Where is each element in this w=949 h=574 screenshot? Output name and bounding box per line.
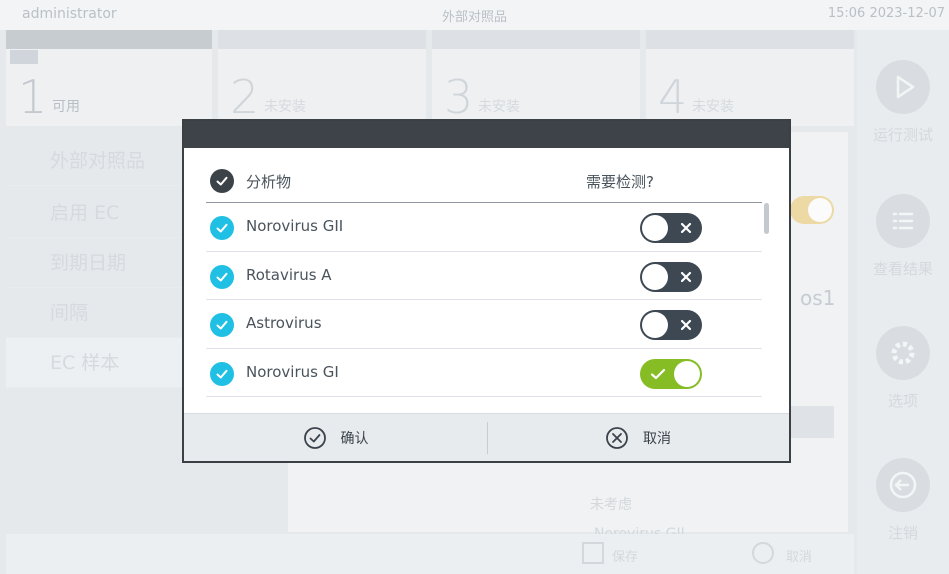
tab-module-1[interactable]: 1 可用 (6, 30, 212, 126)
nav-logout[interactable]: 注销 (857, 458, 949, 543)
module-status: 未安装 (478, 99, 520, 115)
module-tabs: 1 可用 2 未安装 3 未安装 4 未安装 (6, 30, 854, 126)
list-icon (876, 194, 930, 248)
required-toggle[interactable] (640, 310, 702, 340)
analyte-name: Rotavirus A (246, 265, 332, 284)
cancel-icon (752, 542, 774, 564)
analyte-name: Astrovirus (246, 314, 322, 332)
logout-icon (876, 458, 930, 512)
analyte-row: Rotavirus A (206, 252, 762, 300)
background-toggle[interactable] (790, 196, 834, 224)
check-icon[interactable] (210, 313, 234, 337)
nav-run-test[interactable]: 运行测试 (857, 60, 949, 145)
x-icon (680, 271, 692, 282)
nav-label: 运行测试 (872, 126, 933, 144)
nav-options[interactable]: 选项 (857, 326, 949, 411)
analyte-row: Norovirus GI (206, 349, 762, 397)
nav-label: 选项 (887, 392, 918, 410)
required-toggle[interactable] (640, 358, 702, 389)
tab-module-3[interactable]: 3 未安装 (432, 30, 640, 126)
tab-module-4[interactable]: 4 未安装 (646, 30, 854, 126)
module-status: 可用 (52, 99, 80, 115)
cancel-icon (606, 427, 628, 449)
module-status: 未安装 (264, 99, 306, 115)
analyte-name: Norovirus GI (246, 362, 339, 381)
check-icon[interactable] (210, 361, 234, 386)
select-all-check-icon[interactable] (210, 169, 234, 193)
confirm-button[interactable]: 确认 (184, 414, 487, 462)
nav-label: 注销 (887, 524, 918, 542)
confirm-icon (303, 427, 326, 449)
cancel-label: 取消 (643, 431, 671, 447)
save-button[interactable]: 保存 (612, 546, 638, 565)
side-nav: 运行测试 查看结果 选项 注销 (857, 30, 949, 574)
save-icon (582, 542, 604, 564)
column-analyte: 分析物 (246, 173, 292, 191)
gear-icon (876, 326, 930, 380)
dialog-column-header: 分析物 需要检测? (206, 155, 762, 203)
x-icon (680, 222, 692, 234)
screen-title: 外部对照品 (441, 10, 507, 25)
analyte-list[interactable]: Norovirus GII Rotavirus A Astrovirus Nor… (206, 203, 762, 399)
analyte-row: Norovirus GII (206, 203, 762, 252)
module-status: 未安装 (692, 99, 734, 115)
check-icon[interactable] (210, 216, 234, 240)
module-number: 2 (230, 70, 260, 124)
x-icon (680, 319, 692, 331)
module-number: 4 (658, 70, 688, 124)
column-required: 需要检测? (586, 173, 654, 191)
background-field (790, 406, 834, 438)
dialog-footer: 确认 取消 (184, 413, 789, 461)
top-bar: administrator 外部对照品 15:06 2023-12-07 (0, 0, 949, 30)
background-partial-text: os1 (800, 286, 836, 310)
tab-module-2[interactable]: 2 未安装 (218, 30, 426, 126)
required-toggle[interactable] (640, 213, 702, 243)
module-mini-badge (10, 50, 38, 64)
scrollbar[interactable] (764, 203, 769, 234)
cancel-dialog-button[interactable]: 取消 (487, 414, 789, 462)
check-icon (650, 368, 666, 379)
cancel-button[interactable]: 取消 (786, 546, 812, 565)
bottom-toolbar: 保存 取消 (6, 534, 854, 574)
module-number: 3 (444, 70, 474, 124)
nav-view-results[interactable]: 查看结果 (857, 194, 949, 279)
module-number: 1 (18, 70, 48, 124)
clock: 15:06 2023-12-07 (827, 6, 945, 21)
background-list-item: 未考虑 (590, 497, 632, 513)
check-icon[interactable] (210, 264, 234, 289)
confirm-label: 确认 (340, 431, 369, 447)
analyte-dialog: 分析物 需要检测? Norovirus GII Rotavirus A Astr… (182, 119, 791, 463)
analyte-name: Norovirus GII (246, 217, 344, 235)
dialog-header (184, 121, 789, 148)
play-icon (876, 60, 930, 114)
analyte-row: Astrovirus (206, 300, 762, 349)
nav-label: 查看结果 (872, 260, 933, 278)
required-toggle[interactable] (640, 261, 702, 292)
